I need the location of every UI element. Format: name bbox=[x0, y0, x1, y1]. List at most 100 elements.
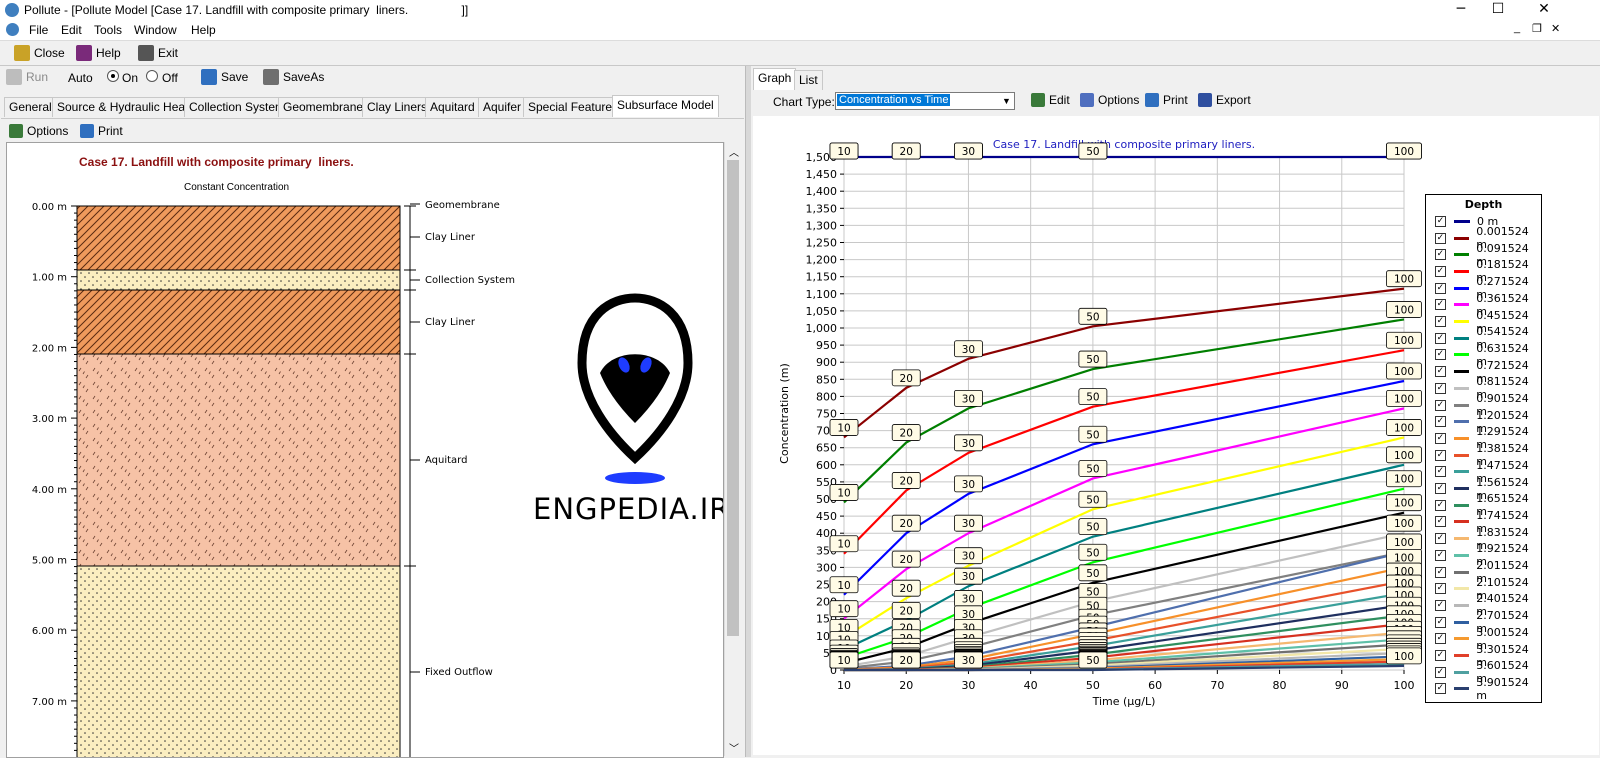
y-tick-label: 300 bbox=[816, 561, 837, 574]
legend-checkbox[interactable]: ✓ bbox=[1435, 599, 1446, 611]
legend-checkbox[interactable]: ✓ bbox=[1435, 650, 1446, 662]
tab-general[interactable]: General bbox=[4, 97, 57, 117]
y-tick-label: 950 bbox=[816, 339, 837, 352]
graph-edit-button[interactable]: Edit bbox=[1031, 90, 1070, 110]
graph-options-button[interactable]: Options bbox=[1080, 90, 1139, 110]
graph-print-button[interactable]: Print bbox=[1145, 90, 1188, 110]
tab-aquitard[interactable]: Aquitard bbox=[425, 97, 480, 117]
left-print-button[interactable]: Print bbox=[80, 121, 123, 141]
svg-text:50: 50 bbox=[1086, 392, 1099, 404]
legend-swatch bbox=[1453, 587, 1470, 591]
legend-checkbox[interactable]: ✓ bbox=[1435, 282, 1446, 294]
menu-edit[interactable]: Edit bbox=[61, 23, 82, 37]
legend-checkbox[interactable]: ✓ bbox=[1435, 382, 1446, 394]
saveas-button[interactable]: SaveAs bbox=[263, 67, 324, 87]
legend-checkbox[interactable]: ✓ bbox=[1435, 466, 1446, 478]
svg-text:30: 30 bbox=[962, 609, 975, 621]
main-toolbar: Close Help Exit bbox=[0, 41, 1600, 66]
legend-swatch bbox=[1453, 603, 1470, 607]
tab-list[interactable]: List bbox=[794, 70, 823, 90]
legend-checkbox[interactable]: ✓ bbox=[1435, 316, 1446, 328]
legend-checkbox[interactable]: ✓ bbox=[1435, 566, 1446, 578]
chevron-down-icon[interactable]: ▼ bbox=[999, 93, 1014, 109]
legend-swatch bbox=[1453, 403, 1470, 407]
svg-text:50: 50 bbox=[1086, 568, 1099, 580]
close-icon[interactable]: ✕ bbox=[1521, 0, 1567, 20]
tab-aquifer[interactable]: Aquifer bbox=[478, 97, 527, 117]
legend-checkbox[interactable]: ✓ bbox=[1435, 483, 1446, 495]
depth-tick-label: 4.00 m bbox=[32, 485, 67, 496]
graph-export-button[interactable]: Export bbox=[1198, 90, 1251, 110]
auto-off-radio[interactable] bbox=[146, 70, 158, 82]
scroll-up-icon[interactable]: ︿ bbox=[729, 144, 739, 159]
menu-help[interactable]: Help bbox=[191, 23, 216, 37]
left-options-button[interactable]: Options bbox=[9, 121, 68, 141]
legend-checkbox[interactable]: ✓ bbox=[1435, 549, 1446, 561]
svg-text:20: 20 bbox=[900, 655, 913, 667]
menu-bar: File Edit Tools Window Help _ ❐ ✕ bbox=[0, 20, 1600, 41]
legend-checkbox[interactable]: ✓ bbox=[1435, 683, 1446, 695]
svg-text:10: 10 bbox=[837, 539, 850, 551]
legend-checkbox[interactable]: ✓ bbox=[1435, 516, 1446, 528]
legend-checkbox[interactable]: ✓ bbox=[1435, 249, 1446, 261]
menu-tools[interactable]: Tools bbox=[94, 23, 122, 37]
legend-swatch bbox=[1453, 537, 1470, 541]
y-tick-label: 450 bbox=[816, 510, 837, 523]
legend-checkbox[interactable]: ✓ bbox=[1435, 349, 1446, 361]
legend-checkbox[interactable]: ✓ bbox=[1435, 299, 1446, 311]
tab-collection-system[interactable]: Collection System bbox=[184, 97, 291, 117]
saveas-icon bbox=[263, 69, 279, 85]
tab-graph[interactable]: Graph bbox=[753, 68, 797, 90]
legend-checkbox[interactable]: ✓ bbox=[1435, 366, 1446, 378]
legend-checkbox[interactable]: ✓ bbox=[1435, 616, 1446, 628]
legend-swatch bbox=[1453, 353, 1470, 357]
tab-special-features[interactable]: Special Features bbox=[523, 97, 624, 117]
legend-checkbox[interactable]: ✓ bbox=[1435, 666, 1446, 678]
left-vertical-scrollbar[interactable]: ︿ ﹀ bbox=[724, 142, 742, 756]
tab-clay-liners[interactable]: Clay Liners bbox=[362, 97, 433, 117]
legend-checkbox[interactable]: ✓ bbox=[1435, 533, 1446, 545]
collection-system-layer bbox=[76, 269, 401, 291]
help-button[interactable]: Help bbox=[76, 43, 121, 63]
tab-source-hydraulic-heads[interactable]: Source & Hydraulic Heads bbox=[52, 97, 203, 117]
y-tick-label: 1,150 bbox=[806, 271, 838, 284]
data-label: 30 bbox=[954, 389, 983, 407]
legend-checkbox[interactable]: ✓ bbox=[1435, 499, 1446, 511]
svg-text:100: 100 bbox=[1394, 335, 1414, 347]
legend-checkbox[interactable]: ✓ bbox=[1435, 416, 1446, 428]
y-tick-label: 1,300 bbox=[806, 219, 838, 232]
auto-on-radio[interactable] bbox=[107, 70, 119, 82]
mdi-close-icon[interactable]: ✕ bbox=[1551, 22, 1560, 35]
run-button[interactable]: Run bbox=[6, 67, 48, 87]
legend-checkbox[interactable]: ✓ bbox=[1435, 583, 1446, 595]
scroll-thumb[interactable] bbox=[727, 160, 739, 636]
legend-item[interactable]: ✓ 3.901524 m bbox=[1426, 676, 1541, 702]
maximize-icon[interactable]: ☐ bbox=[1475, 0, 1521, 20]
data-label: 100 bbox=[1386, 647, 1422, 665]
svg-text:30: 30 bbox=[962, 479, 975, 491]
tab-subsurface-model[interactable]: Subsurface Model bbox=[612, 95, 719, 117]
legend-swatch bbox=[1453, 370, 1470, 374]
legend-checkbox[interactable]: ✓ bbox=[1435, 449, 1446, 461]
menu-file[interactable]: File bbox=[29, 23, 48, 37]
mdi-restore-icon[interactable]: ❐ bbox=[1532, 22, 1542, 35]
legend-checkbox[interactable]: ✓ bbox=[1435, 215, 1446, 227]
legend-checkbox[interactable]: ✓ bbox=[1435, 633, 1446, 645]
legend-checkbox[interactable]: ✓ bbox=[1435, 332, 1446, 344]
svg-text:50: 50 bbox=[1086, 522, 1099, 534]
scroll-down-icon[interactable]: ﹀ bbox=[729, 740, 739, 755]
legend-checkbox[interactable]: ✓ bbox=[1435, 265, 1446, 277]
legend-checkbox[interactable]: ✓ bbox=[1435, 399, 1446, 411]
exit-button[interactable]: Exit bbox=[138, 43, 178, 63]
tab-geomembranes[interactable]: Geomembranes bbox=[278, 97, 375, 117]
menu-window[interactable]: Window bbox=[134, 23, 177, 37]
mdi-minimize-icon[interactable]: _ bbox=[1514, 22, 1520, 34]
svg-text:100: 100 bbox=[1394, 146, 1414, 158]
chart-type-select[interactable]: Concentration vs Time ▼ bbox=[835, 92, 1015, 110]
save-button[interactable]: Save bbox=[201, 67, 248, 87]
legend-checkbox[interactable]: ✓ bbox=[1435, 432, 1446, 444]
depth-tick-label: 5.00 m bbox=[32, 556, 67, 567]
close-button[interactable]: Close bbox=[14, 43, 65, 63]
legend-swatch bbox=[1453, 236, 1470, 240]
legend-checkbox[interactable]: ✓ bbox=[1435, 232, 1446, 244]
